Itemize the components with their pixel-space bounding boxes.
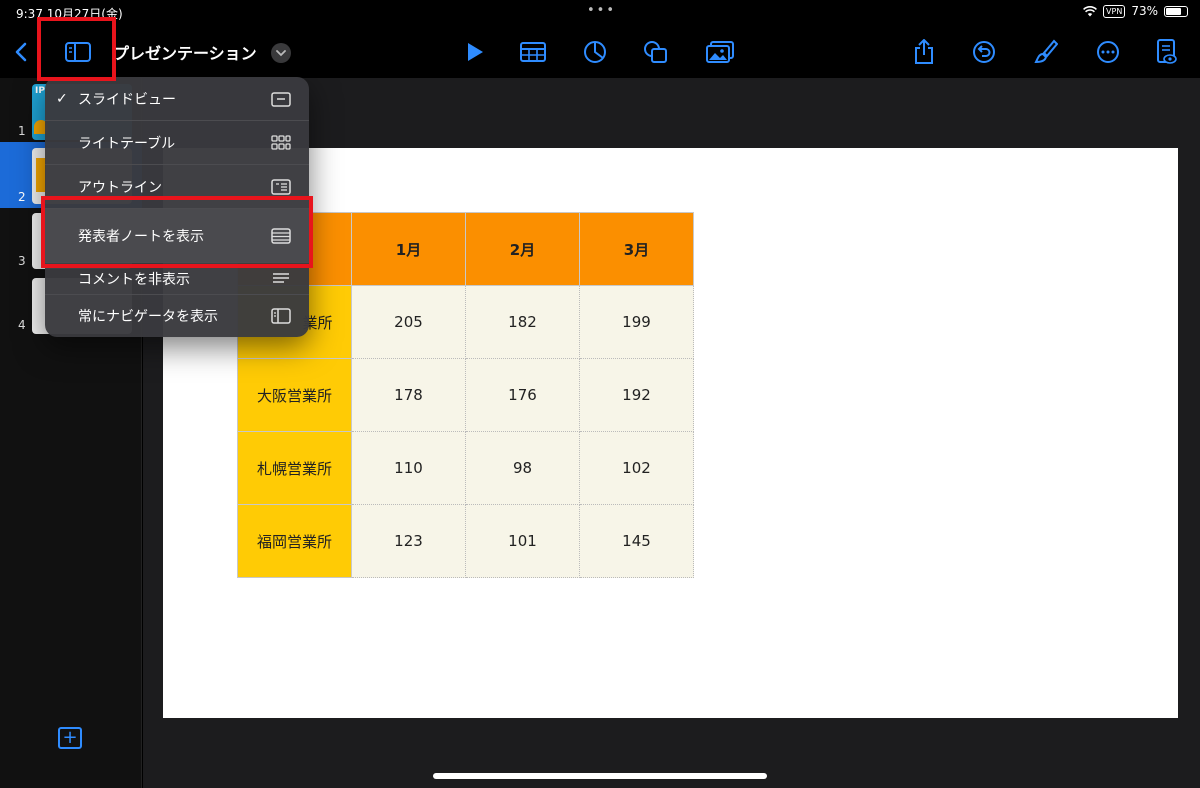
highlight-presenter-notes	[41, 196, 313, 268]
battery-percent: 73%	[1131, 4, 1158, 18]
insert-table-button[interactable]	[518, 26, 548, 78]
multitasking-dots-icon[interactable]: •••	[587, 3, 616, 18]
share-icon	[915, 39, 933, 64]
presenter-notes-button[interactable]	[1152, 26, 1180, 78]
table-row-label[interactable]: 福岡営業所	[237, 504, 352, 578]
play-button[interactable]	[462, 26, 488, 78]
document-title[interactable]: プレゼンテーション	[113, 40, 257, 64]
insert-shape-button[interactable]	[641, 26, 671, 78]
table-header-cell[interactable]: 1月	[351, 212, 466, 286]
table-row: 札幌営業所 110 98 102	[237, 431, 694, 505]
wifi-icon	[1083, 5, 1097, 16]
checkmark-icon: ✓	[56, 90, 68, 107]
table-cell[interactable]: 110	[351, 431, 466, 505]
status-bar: 9:37 10月27日(金) ••• VPN 73%	[0, 0, 1200, 26]
table-header-cell[interactable]: 2月	[465, 212, 580, 286]
chevron-left-icon	[15, 42, 27, 62]
table-row: 福岡営業所 123 101 145	[237, 504, 694, 578]
share-button[interactable]	[911, 26, 937, 78]
table-cell[interactable]: 182	[465, 285, 580, 359]
slide-number: 4	[18, 318, 26, 332]
title-menu-button[interactable]	[271, 43, 291, 63]
table-cell[interactable]: 176	[465, 358, 580, 432]
table-cell[interactable]: 205	[351, 285, 466, 359]
slide-number: 1	[18, 124, 26, 138]
chevron-down-icon	[276, 49, 286, 56]
grid-icon	[271, 135, 291, 150]
back-button[interactable]	[10, 26, 32, 78]
vpn-badge: VPN	[1103, 4, 1126, 18]
thumbnail-badge: IP	[35, 86, 45, 96]
menu-item-label: ライトテーブル	[78, 135, 176, 152]
table-cell[interactable]: 98	[465, 431, 580, 505]
table-row-label[interactable]: 大阪営業所	[237, 358, 352, 432]
more-button[interactable]	[1094, 26, 1122, 78]
menu-item-light-table[interactable]: ライトテーブル	[45, 121, 309, 165]
menu-item-label: アウトライン	[78, 179, 162, 196]
table-cell[interactable]: 192	[579, 358, 694, 432]
outline-icon	[271, 179, 291, 195]
menu-item-label: スライドビュー	[78, 91, 176, 108]
slide-view-icon	[271, 92, 291, 107]
media-icon	[706, 41, 734, 63]
format-button[interactable]	[1032, 26, 1060, 78]
menu-item-always-show-navigator[interactable]: 常にナビゲータを表示	[45, 295, 309, 337]
menu-item-label: コメントを非表示	[78, 271, 190, 288]
menu-item-slide-view[interactable]: ✓ スライドビュー	[45, 77, 309, 121]
table-header-cell[interactable]: 3月	[579, 212, 694, 286]
table-cell[interactable]: 145	[579, 504, 694, 578]
table-cell[interactable]: 199	[579, 285, 694, 359]
ellipsis-icon	[1097, 41, 1119, 63]
table-cell[interactable]: 123	[351, 504, 466, 578]
table-cell[interactable]: 101	[465, 504, 580, 578]
home-indicator[interactable]	[433, 773, 767, 779]
paintbrush-icon	[1034, 39, 1058, 64]
add-slide-button[interactable]: +	[58, 727, 82, 749]
sidebar-icon	[271, 308, 291, 324]
table-cell[interactable]: 178	[351, 358, 466, 432]
undo-button[interactable]	[970, 26, 998, 78]
table-cell[interactable]: 102	[579, 431, 694, 505]
shape-icon	[644, 41, 667, 63]
chart-icon	[584, 41, 606, 63]
highlight-view-button	[37, 17, 116, 81]
table-row: 大阪営業所 178 176 192	[237, 358, 694, 432]
undo-icon	[973, 41, 995, 63]
document-eye-icon	[1157, 39, 1177, 64]
play-icon	[468, 43, 483, 61]
comments-icon	[273, 273, 289, 283]
table-icon	[520, 42, 546, 62]
battery-icon	[1164, 5, 1188, 17]
menu-item-label: 常にナビゲータを表示	[78, 309, 218, 325]
slide-number: 2	[18, 190, 26, 204]
table-row-label[interactable]: 札幌営業所	[237, 431, 352, 505]
insert-chart-button[interactable]	[580, 26, 610, 78]
slide-number: 3	[18, 254, 26, 268]
status-indicators: VPN 73%	[1083, 4, 1188, 18]
toolbar: プレゼンテーション	[0, 26, 1200, 78]
insert-media-button[interactable]	[704, 26, 736, 78]
